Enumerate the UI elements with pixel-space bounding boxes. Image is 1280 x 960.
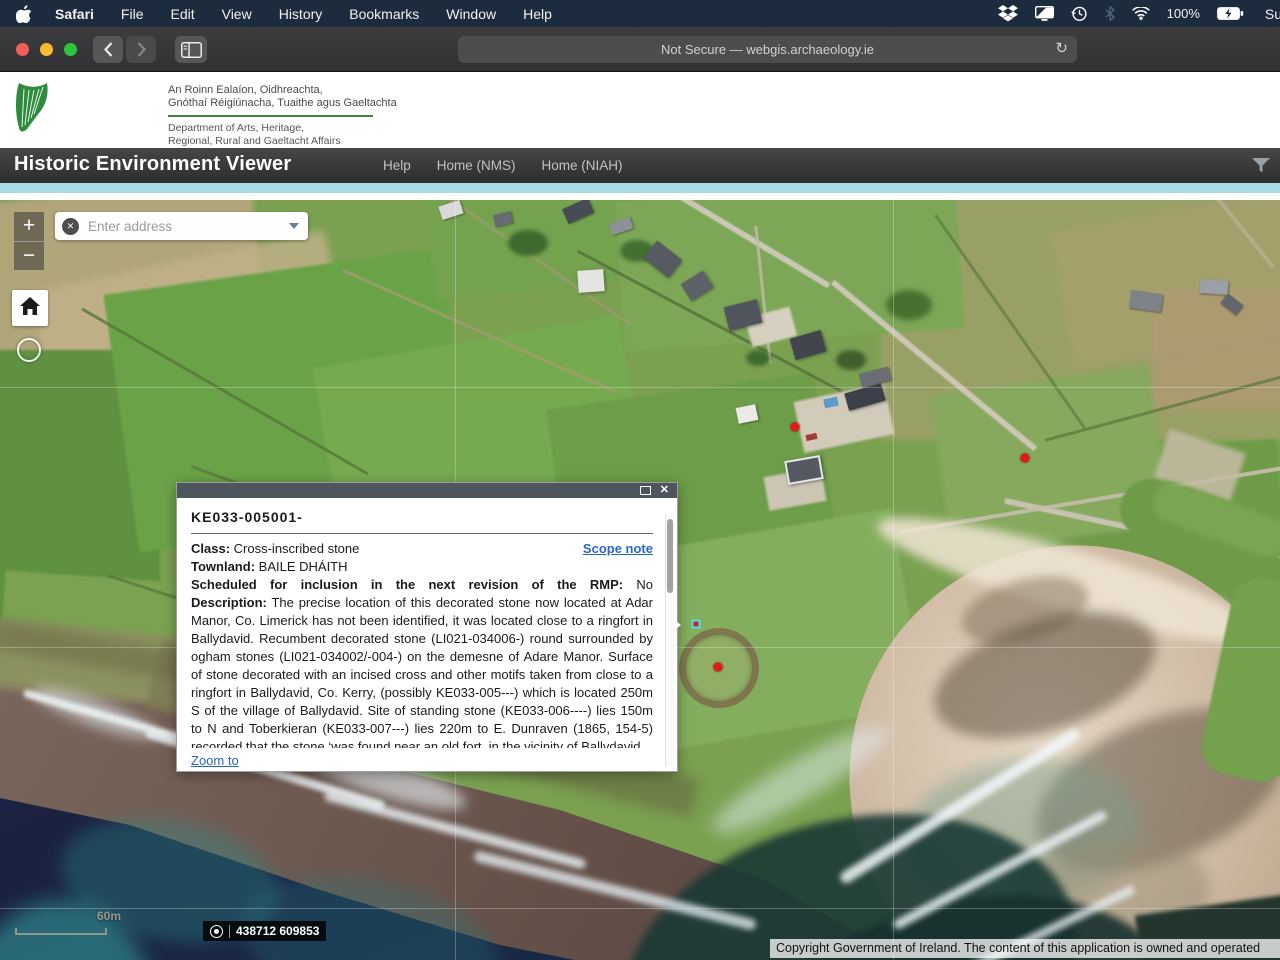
menu-bar-status: 100% Su: [998, 5, 1280, 22]
maximize-icon[interactable]: [640, 486, 651, 495]
description-label: Description:: [191, 595, 267, 610]
zoom-to-link[interactable]: Zoom to: [191, 753, 239, 768]
menu-help[interactable]: Help: [523, 6, 552, 22]
browser-toolbar: Not Secure — webgis.archaeology.ie ↻: [0, 27, 1280, 72]
description-row: Description: The precise location of thi…: [191, 594, 653, 748]
department-name-en-2: Regional, Rural and Gaeltacht Affairs: [168, 135, 397, 148]
record-id: KE033-005001-: [191, 509, 653, 525]
reload-icon[interactable]: ↻: [1055, 39, 1068, 57]
popup-divider: [191, 533, 653, 534]
menu-bar-clock[interactable]: Su: [1265, 6, 1280, 22]
class-row: Scope note Class: Cross-inscribed stone: [191, 540, 653, 558]
class-label: Class:: [191, 541, 230, 556]
menu-file[interactable]: File: [121, 6, 144, 22]
department-name-irish-2: Gnóthaí Réigiúnacha, Tuaithe agus Gaelta…: [168, 97, 397, 110]
page-title: Historic Environment Viewer: [14, 153, 291, 176]
zoom-out-button[interactable]: −: [14, 241, 44, 270]
department-name: An Roinn Ealaíon, Oidhreachta, Gnóthaí R…: [168, 84, 397, 147]
menu-window[interactable]: Window: [446, 6, 496, 22]
forward-button[interactable]: [126, 36, 156, 63]
map-viewport[interactable]: + − ✕ ✕ KE033-005001- Scope note Cl: [0, 200, 1280, 960]
townland-label: Townland:: [191, 559, 255, 574]
home-extent-button[interactable]: [12, 290, 48, 326]
nav-help[interactable]: Help: [383, 158, 411, 173]
scale-label: 60m: [97, 909, 121, 923]
menu-bookmarks[interactable]: Bookmarks: [349, 6, 419, 22]
app-nav: Help Home (NMS) Home (NIAH): [383, 158, 623, 173]
dropdown-caret-icon[interactable]: [289, 223, 299, 229]
harp-logo-icon: [14, 82, 50, 143]
address-bar[interactable]: Not Secure — webgis.archaeology.ie ↻: [458, 36, 1077, 63]
minimize-window-button[interactable]: [40, 43, 53, 56]
menu-edit[interactable]: Edit: [170, 6, 194, 22]
clear-search-icon[interactable]: ✕: [62, 218, 79, 235]
scheduled-row: Scheduled for inclusion in the next revi…: [191, 576, 653, 594]
close-icon[interactable]: ✕: [660, 485, 669, 496]
filter-icon[interactable]: [1252, 158, 1270, 178]
screen: Safari File Edit View History Bookmarks Window…: [0, 0, 1280, 960]
site-marker[interactable]: [714, 663, 723, 672]
close-window-button[interactable]: [16, 43, 29, 56]
description-value: The precise location of this decorated s…: [191, 595, 653, 748]
logo-divider: [168, 115, 373, 117]
app-title-bar: Historic Environment Viewer Help Home (NM…: [0, 148, 1280, 183]
coords-divider: [229, 925, 230, 938]
coordinate-readout: 438712 609853: [203, 921, 326, 941]
scope-note-link[interactable]: Scope note: [583, 540, 653, 558]
crosshair-icon: [210, 925, 223, 938]
site-marker[interactable]: [1021, 454, 1030, 463]
copyright-notice: Copyright Government of Ireland. The con…: [770, 939, 1280, 958]
battery-percentage: 100%: [1167, 6, 1200, 21]
nav-home-nms[interactable]: Home (NMS): [437, 158, 516, 173]
search-input[interactable]: [88, 219, 289, 234]
sidebar-toggle-button[interactable]: [175, 36, 207, 63]
battery-charging-icon[interactable]: [1217, 7, 1244, 20]
nav-home-niah[interactable]: Home (NIAH): [542, 158, 623, 173]
scheduled-value: No: [636, 577, 653, 592]
home-icon: [19, 296, 41, 321]
site-marker[interactable]: [791, 423, 800, 432]
time-machine-icon[interactable]: [1071, 5, 1088, 22]
back-button[interactable]: [93, 36, 123, 63]
townland-value: BAILE DHÁITH: [259, 559, 348, 574]
department-name-irish-1: An Roinn Ealaíon, Oidhreachta,: [168, 84, 397, 97]
menu-safari[interactable]: Safari: [55, 6, 94, 22]
class-value: Cross-inscribed stone: [234, 541, 360, 556]
zoom-control: + −: [14, 212, 44, 270]
wifi-icon[interactable]: [1132, 7, 1150, 20]
coordinate-values: 438712 609853: [236, 924, 319, 938]
popup-scrollbar[interactable]: [665, 515, 674, 767]
popup-body: KE033-005001- Scope note Class: Cross-in…: [177, 498, 677, 771]
display-icon[interactable]: [1035, 6, 1054, 21]
townland-row: Townland: BAILE DHÁITH: [191, 558, 653, 576]
macos-menu-bar: Safari File Edit View History Bookmarks Window…: [0, 0, 1280, 27]
zoom-in-button[interactable]: +: [14, 212, 44, 241]
feature-popup: ✕ KE033-005001- Scope note Class: Cross-…: [176, 482, 678, 772]
scheduled-label: Scheduled for inclusion in the next revi…: [191, 577, 623, 592]
department-name-en-1: Department of Arts, Heritage,: [168, 122, 397, 135]
locate-me-button[interactable]: [17, 338, 41, 362]
menu-items: Safari File Edit View History Bookmarks Window…: [55, 6, 552, 22]
address-bar-text: Not Secure — webgis.archaeology.ie: [661, 42, 874, 57]
dropbox-icon[interactable]: [998, 5, 1018, 22]
department-header: An Roinn Ealaíon, Oidhreachta, Gnóthaí R…: [0, 72, 1280, 148]
bluetooth-icon[interactable]: [1105, 6, 1115, 21]
apple-menu-icon[interactable]: [16, 5, 31, 23]
record-details[interactable]: Scheduled for inclusion in the next revi…: [191, 576, 653, 748]
zoom-window-button[interactable]: [64, 43, 77, 56]
address-search: ✕: [55, 212, 308, 240]
popup-title-bar[interactable]: ✕: [177, 483, 677, 498]
menu-view[interactable]: View: [222, 6, 252, 22]
scale-bar: [15, 928, 107, 935]
accent-strip: [0, 183, 1280, 193]
popup-scrollbar-thumb[interactable]: [667, 519, 673, 593]
menu-history[interactable]: History: [279, 6, 323, 22]
